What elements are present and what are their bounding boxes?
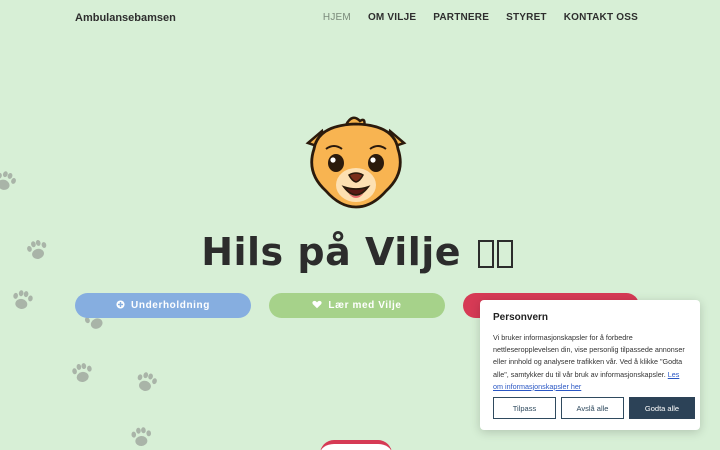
lion-mascot-image: [300, 115, 412, 210]
cookie-dialog-title: Personvern: [493, 312, 549, 323]
paw-print-icon: [130, 366, 162, 398]
paw-print-icon: [7, 285, 37, 315]
circle-plus-icon: [116, 300, 125, 311]
cookie-actions: Tilpass Avslå alle Godta alle: [493, 397, 695, 419]
cookie-dialog-text: Vi bruker informasjonskapsler for å forb…: [493, 332, 687, 393]
emoji-placeholder-icon: [477, 240, 494, 268]
nav-item-contact[interactable]: KONTAKT OSS: [564, 12, 638, 23]
customize-button[interactable]: Tilpass: [493, 397, 556, 419]
learn-button-label: Lær med Vilje: [328, 300, 402, 311]
entertainment-button-label: Underholdning: [131, 300, 210, 311]
paw-print-icon: [67, 358, 97, 388]
hero-title-text: Hils på Vilje: [201, 230, 462, 274]
accept-all-button[interactable]: Godta alle: [629, 397, 695, 419]
nav-item-home[interactable]: HJEM: [323, 12, 351, 23]
nav-item-partners[interactable]: PARTNERE: [433, 12, 489, 23]
site-brand[interactable]: Ambulansebamsen: [75, 12, 176, 24]
paw-print-icon: [127, 423, 155, 450]
main-nav: HJEM OM VILJE PARTNERE STYRET KONTAKT OS…: [323, 12, 638, 23]
cookie-description: Vi bruker informasjonskapsler for å forb…: [493, 333, 685, 379]
hero-title: Hils på Vilje: [0, 230, 714, 274]
nav-item-about[interactable]: OM VILJE: [368, 12, 416, 23]
paw-print-icon: [0, 164, 22, 197]
reject-all-button[interactable]: Avslå alle: [561, 397, 624, 419]
ambulance-badge-image: [320, 440, 392, 450]
emoji-placeholder-icon: [496, 240, 513, 268]
entertainment-button[interactable]: Underholdning: [75, 293, 251, 318]
nav-item-board[interactable]: STYRET: [506, 12, 547, 23]
cookie-consent-dialog: Personvern Vi bruker informasjonskapsler…: [480, 300, 700, 430]
heart-icon: [312, 300, 323, 311]
learn-with-vilje-button[interactable]: Lær med Vilje: [269, 293, 445, 318]
